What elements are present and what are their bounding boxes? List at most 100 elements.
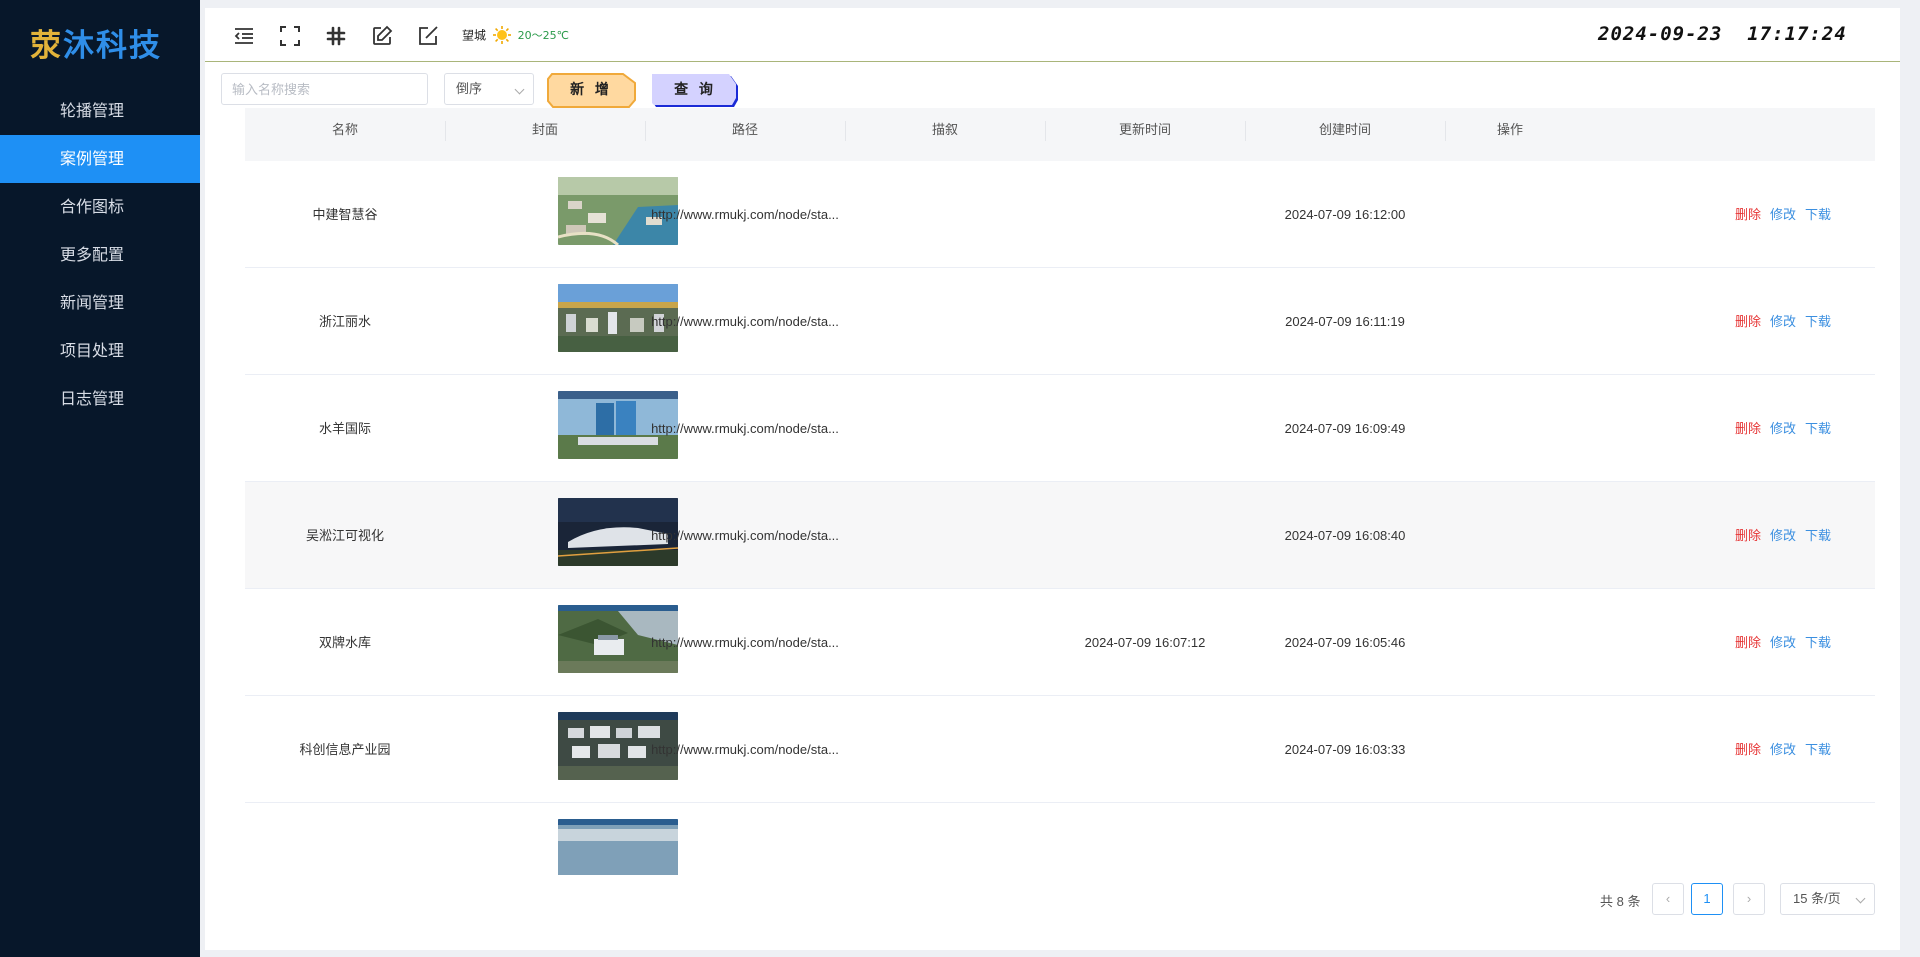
cell-updated — [1045, 375, 1245, 482]
cell-path: http://www.rmukj.com/node/sta... — [651, 207, 839, 222]
weather-temp: 20～25℃ — [517, 29, 570, 42]
cell-created: 2024-07-09 16:05:46 — [1284, 635, 1406, 650]
table-row: 浙江丽水 http://www.rmukj.com/node/sta... 20… — [245, 268, 1875, 375]
total-count: 共 8 条 — [1600, 894, 1641, 909]
delete-link[interactable]: 删除 — [1735, 528, 1761, 543]
chevron-down-icon — [514, 84, 525, 95]
page-size-select[interactable]: 15 条/页 — [1780, 883, 1875, 915]
delete-link[interactable]: 删除 — [1735, 421, 1761, 436]
cell-path: http://www.rmukj.com/node/sta... — [651, 528, 839, 543]
edit-link[interactable]: 修改 — [1770, 207, 1796, 222]
sidebar-item-news[interactable]: 新闻管理 — [0, 279, 200, 327]
table-row: 吴淞江可视化 http://www.rmukj.com/node/sta... … — [245, 482, 1875, 589]
cell-name: 浙江丽水 — [318, 314, 371, 329]
column-header-actions: 操作 — [1496, 122, 1523, 137]
cell-description — [845, 268, 1045, 375]
logo-first-char: 荥 — [30, 28, 63, 64]
download-link[interactable]: 下载 — [1805, 207, 1831, 222]
download-link[interactable]: 下载 — [1805, 528, 1831, 543]
edit-link[interactable]: 修改 — [1770, 742, 1796, 757]
table-row: 中建智慧谷 http://www.rmukj.com/node/sta... 2… — [245, 161, 1875, 268]
cell-path: http://www.rmukj.com/node/sta... — [651, 421, 839, 436]
page-size-value: 15 条/页 — [1793, 891, 1841, 906]
brand-logo: 荥沐科技 — [30, 20, 162, 65]
cell-path: http://www.rmukj.com/node/sta... — [651, 314, 839, 329]
weather-city: 望城 — [462, 28, 487, 43]
row-actions: 删除 修改 下载 — [1735, 268, 1875, 375]
download-link[interactable]: 下载 — [1805, 421, 1831, 436]
delete-link[interactable]: 删除 — [1735, 742, 1761, 757]
cell-description — [845, 482, 1045, 589]
menu-fold-icon[interactable] — [232, 24, 256, 48]
logo-text: 沐科技 — [63, 28, 162, 64]
slack-icon[interactable] — [324, 24, 348, 48]
column-header-name: 名称 — [331, 122, 358, 137]
search-input[interactable] — [221, 73, 428, 105]
cell-path: http://www.rmukj.com/node/sta... — [651, 635, 839, 650]
sidebar-item-more-config[interactable]: 更多配置 — [0, 231, 200, 279]
datetime-display: 2024-09-23 17:17:24 — [1598, 23, 1847, 45]
table-row — [245, 803, 1875, 875]
table-row: 科创信息产业园 http://www.rmukj.com/node/sta...… — [245, 696, 1875, 803]
cell-description — [845, 696, 1045, 803]
delete-link[interactable]: 删除 — [1735, 635, 1761, 650]
add-button-label: 新 增 — [570, 82, 612, 98]
sidebar-item-cases[interactable]: 案例管理 — [0, 135, 200, 183]
download-link[interactable]: 下载 — [1805, 314, 1831, 329]
chevron-down-icon — [1855, 893, 1866, 904]
weather-widget: 望城 20～25℃ — [462, 25, 569, 45]
top-bar: 望城 20～25℃ 2024-09-23 17:17:24 — [205, 8, 1900, 62]
prev-page-button[interactable]: ‹ — [1652, 883, 1684, 915]
sidebar-item-logs[interactable]: 日志管理 — [0, 375, 200, 423]
cell-name: 吴淞江可视化 — [305, 528, 384, 543]
delete-link[interactable]: 删除 — [1735, 207, 1761, 222]
table-row: 水羊国际 http://www.rmukj.com/node/sta... 20… — [245, 375, 1875, 482]
cell-name: 水羊国际 — [318, 421, 371, 436]
edit-link[interactable]: 修改 — [1770, 314, 1796, 329]
add-button[interactable]: 新 增 — [547, 73, 638, 109]
edit-link[interactable]: 修改 — [1770, 528, 1796, 543]
cases-table: 名称 封面 路径 描叙 更新时间 创建时间 操作 中建智慧谷 http://ww… — [245, 108, 1875, 875]
table-header: 名称 封面 路径 描叙 更新时间 创建时间 操作 — [245, 108, 1875, 161]
sort-select-value: 倒序 — [456, 81, 483, 96]
sidebar-menu: 轮播管理 案例管理 合作图标 更多配置 新闻管理 项目处理 日志管理 — [0, 87, 200, 423]
sun-icon — [492, 26, 511, 44]
cell-description — [845, 589, 1045, 696]
next-page-button[interactable]: › — [1733, 883, 1765, 915]
cell-description — [845, 161, 1045, 268]
page-number-button[interactable]: 1 — [1691, 883, 1723, 915]
download-link[interactable]: 下载 — [1805, 635, 1831, 650]
download-link[interactable]: 下载 — [1805, 742, 1831, 757]
column-header-path: 路径 — [731, 122, 758, 137]
cell-path: http://www.rmukj.com/node/sta... — [651, 742, 839, 757]
edit-link[interactable]: 修改 — [1770, 635, 1796, 650]
sidebar-item-projects[interactable]: 项目处理 — [0, 327, 200, 375]
sidebar: 荥沐科技 轮播管理 案例管理 合作图标 更多配置 新闻管理 项目处理 日志管理 — [0, 0, 200, 957]
sort-select[interactable]: 倒序 — [444, 73, 534, 105]
cell-updated — [1045, 268, 1245, 375]
edit-square-icon[interactable] — [416, 24, 440, 48]
fullscreen-icon[interactable] — [278, 24, 302, 48]
sidebar-item-carousel[interactable]: 轮播管理 — [0, 87, 200, 135]
row-actions: 删除 修改 下载 — [1735, 482, 1875, 589]
column-header-created: 创建时间 — [1318, 122, 1371, 137]
column-header-cover: 封面 — [531, 122, 558, 137]
cell-created: 2024-07-09 16:09:49 — [1284, 421, 1406, 436]
edit-link[interactable]: 修改 — [1770, 421, 1796, 436]
query-button[interactable]: 查 询 — [651, 73, 742, 109]
main-panel: 望城 20～25℃ 2024-09-23 17:17:24 倒序 新 增 查 询… — [205, 8, 1900, 950]
cell-created: 2024-07-09 16:11:19 — [1285, 314, 1405, 329]
cover-thumbnail[interactable] — [558, 819, 678, 875]
sidebar-item-partner-icons[interactable]: 合作图标 — [0, 183, 200, 231]
delete-link[interactable]: 删除 — [1735, 314, 1761, 329]
cell-updated — [1045, 161, 1245, 268]
cell-created: 2024-07-09 16:08:40 — [1284, 528, 1406, 543]
column-header-description: 描叙 — [931, 122, 958, 137]
cell-description — [845, 375, 1045, 482]
cell-updated: 2024-07-09 16:07:12 — [1084, 635, 1206, 650]
row-actions: 删除 修改 下载 — [1735, 589, 1875, 696]
cell-name: 科创信息产业园 — [299, 742, 391, 757]
row-actions: 删除 修改 下载 — [1735, 375, 1875, 482]
edit-icon[interactable] — [370, 24, 394, 48]
cell-updated — [1045, 696, 1245, 803]
